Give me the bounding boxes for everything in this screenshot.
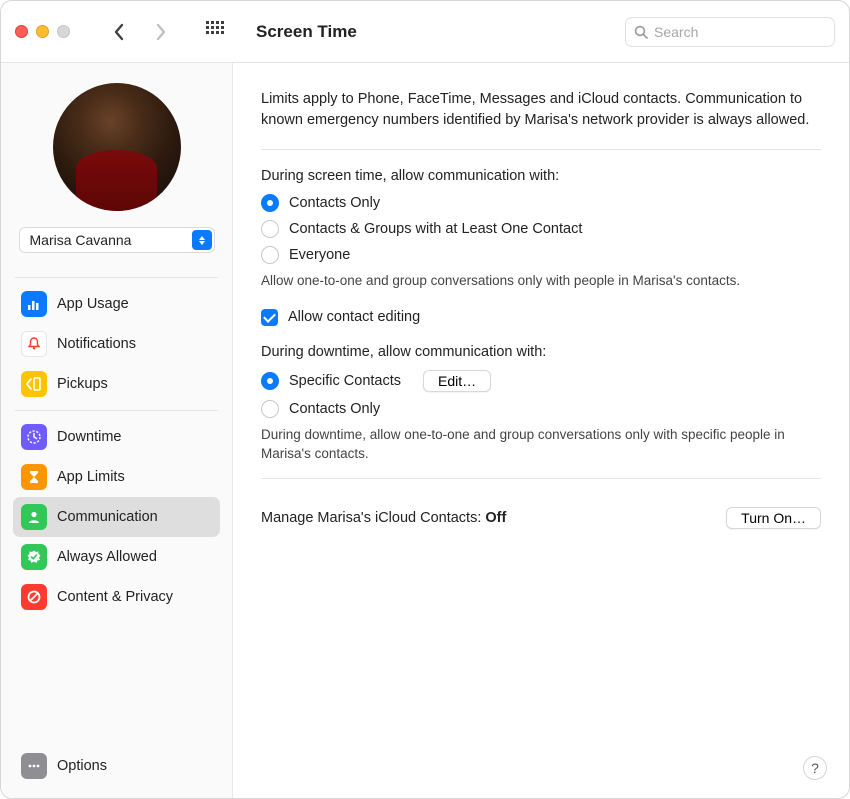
nav-arrows [110, 23, 170, 41]
sidebar-item-label: App Usage [57, 296, 129, 312]
radio-icon [261, 246, 279, 264]
sidebar-item-app-limits[interactable]: App Limits [13, 457, 220, 497]
radio-contacts-groups[interactable]: Contacts & Groups with at Least One Cont… [261, 220, 821, 238]
search-placeholder: Search [654, 24, 698, 40]
radio-label: Specific Contacts [289, 373, 401, 389]
checkbox-label: Allow contact editing [288, 309, 420, 325]
content-area: Marisa Cavanna App Usage Notifications [1, 63, 849, 798]
edit-contacts-button[interactable]: Edit… [423, 370, 491, 392]
user-select-label: Marisa Cavanna [30, 232, 132, 248]
sidebar-item-label: Content & Privacy [57, 589, 173, 605]
person-icon [21, 504, 47, 530]
radio-everyone[interactable]: Everyone [261, 246, 821, 264]
radio-label: Contacts & Groups with at Least One Cont… [289, 221, 582, 237]
screen-time-heading: During screen time, allow communication … [261, 168, 821, 184]
avatar-wrap [13, 83, 220, 211]
sidebar-item-content-privacy[interactable]: Content & Privacy [13, 577, 220, 617]
turn-on-button[interactable]: Turn On… [726, 507, 821, 529]
radio-label: Contacts Only [289, 401, 380, 417]
sidebar-item-label: Pickups [57, 376, 108, 392]
checkmark-seal-icon [21, 544, 47, 570]
sidebar-item-notifications[interactable]: Notifications [13, 324, 220, 364]
radio-label: Everyone [289, 247, 350, 263]
radio-icon [261, 194, 279, 212]
sidebar-item-label: Options [57, 758, 107, 774]
manage-icloud-row: Manage Marisa's iCloud Contacts: Off Tur… [261, 507, 821, 529]
sidebar-item-pickups[interactable]: Pickups [13, 364, 220, 404]
back-button[interactable] [110, 23, 128, 41]
intro-text: Limits apply to Phone, FaceTime, Message… [261, 89, 821, 131]
sidebar: Marisa Cavanna App Usage Notifications [1, 63, 233, 798]
screen-time-helper: Allow one-to-one and group conversations… [261, 272, 821, 291]
sidebar-item-app-usage[interactable]: App Usage [13, 284, 220, 324]
radio-contacts-only[interactable]: Contacts Only [261, 194, 821, 212]
user-avatar [53, 83, 181, 211]
sidebar-item-label: App Limits [57, 469, 125, 485]
manage-icloud-label: Manage Marisa's iCloud Contacts: Off [261, 510, 506, 526]
allow-contact-editing[interactable]: Allow contact editing [261, 309, 821, 326]
radio-icon [261, 400, 279, 418]
user-select[interactable]: Marisa Cavanna [19, 227, 215, 253]
no-symbol-icon [21, 584, 47, 610]
sidebar-item-label: Communication [57, 509, 158, 525]
downtime-helper: During downtime, allow one-to-one and gr… [261, 426, 821, 464]
close-button[interactable] [15, 25, 28, 38]
preferences-window: Screen Time Search Marisa Cavanna [0, 0, 850, 799]
radio-icon [261, 372, 279, 390]
search-icon [634, 25, 648, 39]
sidebar-item-label: Notifications [57, 336, 136, 352]
bell-icon [21, 331, 47, 357]
sidebar-item-always-allowed[interactable]: Always Allowed [13, 537, 220, 577]
help-button[interactable]: ? [803, 756, 827, 780]
hourglass-icon [21, 464, 47, 490]
sidebar-item-options[interactable]: Options [13, 746, 220, 786]
sidebar-item-downtime[interactable]: Downtime [13, 417, 220, 457]
forward-button [152, 23, 170, 41]
radio-icon [261, 220, 279, 238]
maximize-button [57, 25, 70, 38]
sidebar-item-communication[interactable]: Communication [13, 497, 220, 537]
sidebar-item-label: Downtime [57, 429, 121, 445]
ellipsis-icon [21, 753, 47, 779]
titlebar: Screen Time Search [1, 1, 849, 63]
app-usage-icon [21, 291, 47, 317]
pickups-icon [21, 371, 47, 397]
show-all-icon[interactable] [206, 21, 224, 42]
minimize-button[interactable] [36, 25, 49, 38]
chevron-updown-icon [192, 230, 212, 250]
downtime-heading: During downtime, allow communication wit… [261, 344, 821, 360]
window-controls [15, 25, 70, 38]
checkbox-icon [261, 309, 278, 326]
search-field[interactable]: Search [625, 17, 835, 47]
window-title: Screen Time [256, 22, 357, 42]
clock-icon [21, 424, 47, 450]
radio-label: Contacts Only [289, 195, 380, 211]
sidebar-item-label: Always Allowed [57, 549, 157, 565]
radio-specific-contacts[interactable]: Specific Contacts Edit… [261, 370, 821, 392]
radio-downtime-contacts-only[interactable]: Contacts Only [261, 400, 821, 418]
main-pane: Limits apply to Phone, FaceTime, Message… [233, 63, 849, 798]
